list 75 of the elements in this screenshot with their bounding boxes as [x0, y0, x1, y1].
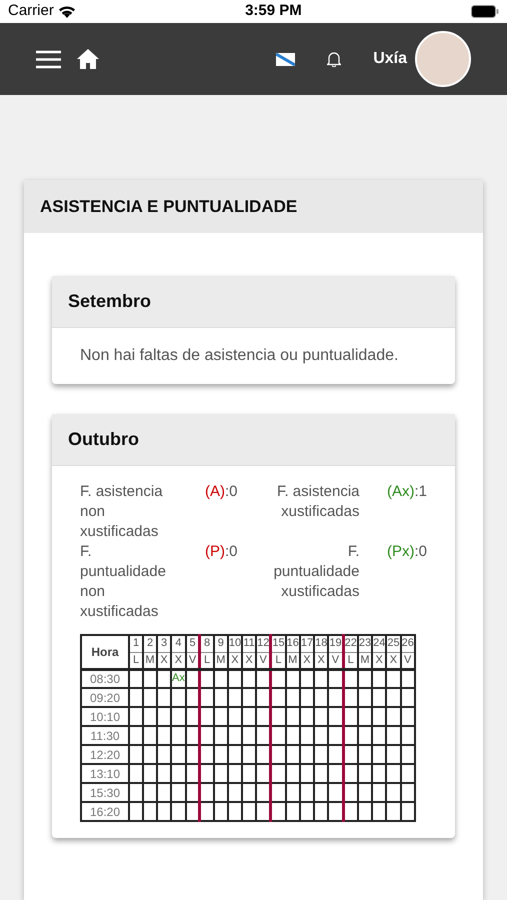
stat-label: F. asistencia xustificadas [276, 482, 360, 522]
day-letter: L [129, 652, 143, 669]
stat-count: :0 [414, 542, 427, 562]
stat-count: :0 [224, 542, 238, 562]
month-title: Outubro [68, 428, 139, 451]
day-number: 4 [171, 635, 186, 652]
menu-icon[interactable] [36, 50, 61, 69]
stat-label: F. puntualidade xustificadas [272, 542, 360, 602]
day-number: 12 [256, 635, 271, 652]
day-letter: M [143, 652, 157, 669]
day-number: 3 [157, 635, 171, 652]
day-number: 24 [372, 635, 386, 652]
day-letter: L [270, 652, 286, 669]
day-number: 18 [314, 635, 328, 652]
day-number: 8 [200, 635, 214, 652]
day-letter: V [328, 652, 344, 669]
day-number: 16 [286, 635, 300, 652]
day-number: 5 [186, 635, 200, 652]
stat-label: F. puntualidade non xustificadas [80, 542, 167, 622]
day-letter: V [400, 652, 415, 669]
day-number: 25 [386, 635, 401, 652]
day-letter: X [242, 652, 256, 669]
day-number: 15 [270, 635, 286, 652]
hour-cell: 13:10 [81, 764, 129, 783]
home-icon[interactable] [77, 49, 99, 70]
day-letter: X [157, 652, 171, 669]
stat-code: (Px) [386, 542, 414, 562]
day-letter: M [358, 652, 372, 669]
month-title: Setembro [68, 290, 152, 313]
battery-icon [470, 5, 499, 18]
day-number: 1 [129, 635, 143, 652]
stat-code: (P) [204, 542, 225, 562]
day-letter: X [300, 652, 314, 669]
day-letter: X [386, 652, 401, 669]
stat-code: (Ax) [386, 482, 414, 502]
day-number: 2 [143, 635, 157, 652]
day-number: 23 [358, 635, 372, 652]
day-letter: M [214, 652, 228, 669]
clock-time: 3:59 PM [245, 1, 302, 22]
day-letter: X [171, 652, 186, 669]
day-number: 10 [228, 635, 242, 652]
day-letter: X [314, 652, 328, 669]
bell-icon[interactable] [327, 51, 342, 68]
hour-cell: 09:20 [81, 688, 129, 707]
panel-title: ASISTENCIA E PUNTUALIDADE [40, 196, 298, 218]
stat-code: (A) [204, 482, 225, 502]
absence-code: Ax [172, 672, 185, 684]
hour-cell: 12:20 [81, 745, 129, 764]
day-letter: V [186, 652, 200, 669]
stat-label: F. asistencia non xustificadas [80, 482, 164, 542]
hour-cell: 10:10 [81, 707, 129, 726]
hour-cell: 16:20 [81, 802, 129, 821]
day-number: 11 [242, 635, 256, 652]
wifi-icon [58, 5, 76, 18]
day-letter: L [343, 652, 358, 669]
stat-count: :0 [224, 482, 238, 502]
hour-cell: 11:30 [81, 726, 129, 745]
day-letter: X [372, 652, 386, 669]
user-name[interactable]: Uxía [373, 47, 407, 72]
flag-icon[interactable] [276, 52, 296, 66]
no-absences-message: Non hai faltas de asistencia ou puntualidade. [80, 347, 398, 364]
day-letter: X [228, 652, 242, 669]
table-header: Hora [81, 635, 129, 669]
day-number: 17 [300, 635, 314, 652]
stat-count: :1 [414, 482, 427, 502]
day-letter: M [286, 652, 300, 669]
day-number: 22 [343, 635, 358, 652]
day-number: 19 [328, 635, 344, 652]
day-number: 9 [214, 635, 228, 652]
day-letter: V [256, 652, 271, 669]
carrier-label: Carrier [8, 1, 54, 22]
hour-cell: 15:30 [81, 783, 129, 802]
day-letter: L [200, 652, 214, 669]
day-number: 26 [400, 635, 415, 652]
hour-cell: 08:30 [81, 669, 129, 688]
